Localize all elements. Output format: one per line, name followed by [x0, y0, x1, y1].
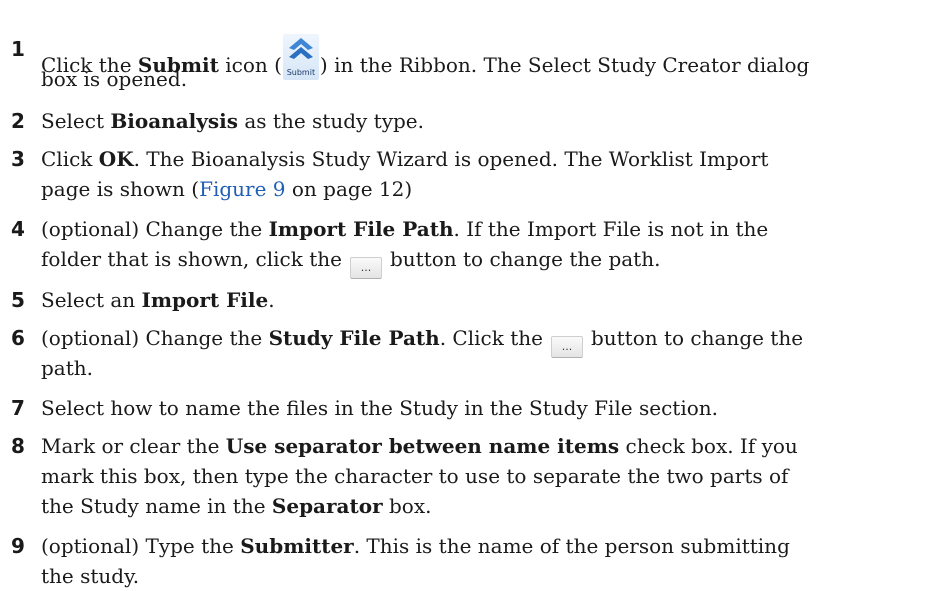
step-text: Select how to name the files in the Stud… [41, 396, 718, 420]
ui-term: OK [98, 147, 134, 171]
step-number: 3 [11, 147, 25, 171]
ui-term: Bioanalysis [110, 109, 239, 133]
step-text: Select an Import File. [41, 288, 275, 312]
ui-term: Study File Path [268, 326, 440, 350]
step-number: 8 [11, 434, 25, 458]
ui-term: Import File [141, 288, 269, 312]
ui-term: Submitter [240, 534, 354, 558]
ui-term: Import File Path [268, 217, 454, 241]
step-text: (optional) Change the Study File Path. C… [41, 326, 804, 380]
browse-button: ... [349, 257, 382, 279]
submit-icon: Submit [282, 34, 319, 80]
ui-term: Use separator between name items [225, 434, 620, 458]
step-number: 1 [11, 37, 25, 61]
step-text: Click the Submit icon (Submit) in the Ri… [41, 34, 941, 94]
step-text: (optional) Change the Import File Path. … [41, 214, 941, 279]
step-number: 7 [11, 396, 25, 420]
step-number: 5 [11, 288, 25, 312]
step-text: Mark or clear the Use separator between … [41, 434, 798, 518]
step-text: Select Bioanalysis as the study type. [41, 109, 425, 133]
double-chevron-up-icon [288, 38, 313, 59]
ui-term: Separator [271, 494, 383, 518]
figure-link[interactable]: Figure 9 [199, 177, 285, 201]
step-number: 4 [11, 217, 25, 241]
step-number: 6 [11, 326, 25, 350]
step-number: 2 [11, 109, 25, 133]
step-number: 9 [11, 534, 25, 558]
step-text: Click OK. The Bioanalysis Study Wizard i… [41, 147, 769, 201]
step-text: (optional) Type the Submitter. This is t… [41, 534, 790, 588]
browse-button: ... [550, 336, 583, 358]
